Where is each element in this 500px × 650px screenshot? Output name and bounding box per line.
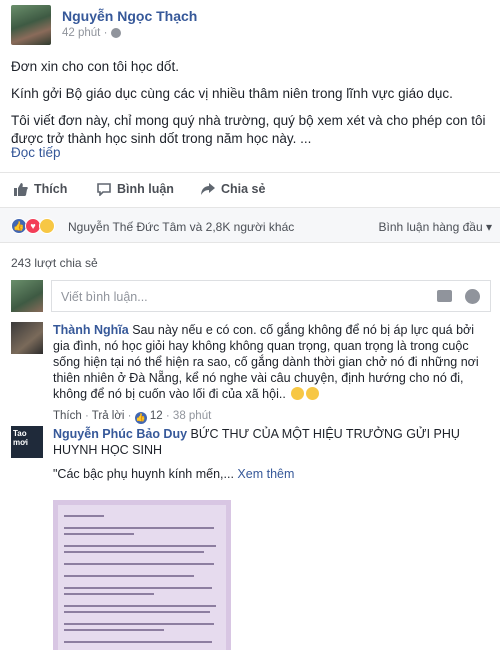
- share-button[interactable]: Chia sẻ: [201, 182, 265, 196]
- text-line: [64, 515, 104, 517]
- text-line: [64, 551, 204, 553]
- read-more-link[interactable]: Đọc tiếp: [11, 145, 61, 160]
- comment-label: Bình luận: [117, 182, 174, 196]
- comment-placeholder: Viết bình luận...: [61, 290, 148, 304]
- facebook-post: Nguyễn Ngọc Thạch 42 phút · Đơn xin cho …: [0, 0, 500, 650]
- comment-sort-dropdown[interactable]: Bình luận hàng đầu ▾: [379, 220, 492, 234]
- share-label: Chia sẻ: [221, 182, 266, 196]
- post-meta: 42 phút ·: [62, 27, 122, 39]
- commenter-avatar[interactable]: Tao mơi: [11, 426, 43, 458]
- text-line: [64, 611, 210, 613]
- sticker-icon[interactable]: [465, 289, 480, 304]
- comment-body: Thành Nghĩa Sau này nếu e có con. cố gắn…: [53, 322, 489, 424]
- comment-composer: Viết bình luận...: [11, 280, 491, 312]
- author-avatar[interactable]: [11, 5, 51, 45]
- like-label: Thích: [34, 182, 68, 196]
- text-line: [64, 623, 214, 625]
- post-body: Đơn xin cho con tôi học dốt. Kính gởi Bộ…: [11, 58, 491, 157]
- comment-input[interactable]: Viết bình luận...: [51, 280, 491, 312]
- thumbs-up-icon: [14, 182, 28, 196]
- smile-emoji-icon: [291, 387, 305, 400]
- text-line: [64, 605, 216, 607]
- share-icon: [201, 182, 215, 195]
- comment-button[interactable]: Bình luận: [97, 182, 174, 196]
- globe-icon: [111, 28, 122, 38]
- post-actions: Thích Bình luận Chia sẻ: [0, 172, 500, 206]
- like-count-icon: 👍: [134, 412, 147, 424]
- share-count[interactable]: 243 lượt chia sẻ: [11, 256, 98, 270]
- text-line: [64, 587, 212, 589]
- camera-icon[interactable]: [437, 290, 452, 302]
- text-line: [64, 527, 214, 529]
- author-name[interactable]: Nguyễn Ngọc Thạch: [62, 8, 197, 24]
- text-line: [64, 593, 154, 595]
- post-time[interactable]: 42 phút ·: [62, 27, 107, 39]
- text-line: [64, 545, 216, 547]
- comment-reply-link[interactable]: Trả lời: [92, 410, 125, 422]
- text-line: [64, 575, 194, 577]
- comment-icon: [97, 182, 111, 196]
- commenter-name[interactable]: Thành Nghĩa: [53, 323, 129, 337]
- comment-like-link[interactable]: Thích: [53, 410, 82, 422]
- like-button[interactable]: Thích: [14, 182, 67, 196]
- commenter-avatar[interactable]: [11, 322, 43, 354]
- avatar-text: Tao mơi: [13, 429, 29, 447]
- comment-quote: "Các bậc phụ huynh kính mến,... Xem thêm: [53, 466, 489, 482]
- smile-emoji-icon: [306, 387, 320, 400]
- reactions-bar: 👍 ♥ Nguyễn Thế Đức Tâm và 2,8K người khá…: [0, 207, 500, 243]
- commenter-name[interactable]: Nguyễn Phúc Bảo Duy: [53, 427, 187, 441]
- sad-reaction-icon: [39, 218, 55, 234]
- post-paragraph: Tôi viết đơn này, chỉ mong quý nhà trườn…: [11, 113, 486, 146]
- quote-text: "Các bậc phụ huynh kính mến,...: [53, 467, 234, 481]
- comment-body: Nguyễn Phúc Bảo Duy BỨC THƯ CỦA MỘT HIỆU…: [53, 426, 489, 482]
- post-title-line: Đơn xin cho con tôi học dốt.: [11, 59, 179, 74]
- viewer-avatar: [11, 280, 43, 312]
- comment-time[interactable]: 38 phút: [173, 410, 211, 422]
- text-line: [64, 533, 134, 535]
- text-line: [64, 641, 212, 643]
- post-greeting: Kính gởi Bộ giáo dục cùng các vị nhiều t…: [11, 86, 453, 101]
- letter-paper: [58, 505, 226, 650]
- text-line: [64, 563, 214, 565]
- attached-letter-image[interactable]: [53, 500, 231, 650]
- reactions-summary[interactable]: Nguyễn Thế Đức Tâm và 2,8K người khác: [68, 220, 294, 234]
- comment-like-count[interactable]: 12: [150, 410, 163, 422]
- comment-actions: Thích · Trả lời · 👍 12 · 38 phút: [53, 410, 212, 424]
- reaction-icons[interactable]: 👍 ♥: [11, 218, 55, 234]
- see-more-link[interactable]: Xem thêm: [237, 467, 294, 481]
